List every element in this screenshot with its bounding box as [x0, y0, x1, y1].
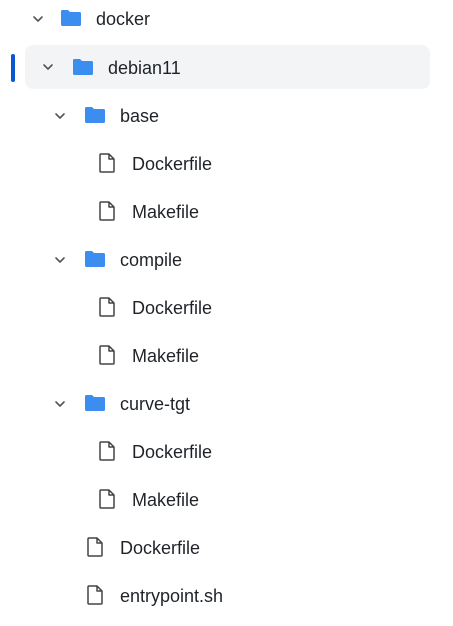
file-icon [96, 200, 118, 222]
tree-item-label: Makefile [132, 346, 200, 366]
tree-item-docker[interactable]: docker [0, 0, 453, 41]
folder-icon [72, 56, 94, 78]
tree-item-label: Dockerfile [132, 154, 213, 174]
tree-item-dockerfile[interactable]: Dockerfile [0, 286, 453, 330]
tree-item-label: debian11 [108, 58, 181, 78]
folder-icon [84, 104, 106, 126]
file-icon [96, 344, 118, 366]
tree-item-label: Dockerfile [120, 538, 201, 558]
tree-item-makefile[interactable]: Makefile [0, 478, 453, 522]
tree-item-entrypoint-sh[interactable]: entrypoint.sh [0, 574, 453, 618]
file-tree: docker debian11 base Dockerfile Makefile… [0, 0, 453, 626]
chevron-down-icon[interactable] [53, 397, 67, 411]
tree-item-dockerfile[interactable]: Dockerfile [0, 430, 453, 474]
tree-item-label: base [120, 106, 160, 126]
tree-item-makefile[interactable]: Makefile [0, 334, 453, 378]
file-icon [96, 440, 118, 462]
tree-item-label: docker [96, 9, 151, 29]
tree-item-compile[interactable]: compile [0, 238, 453, 282]
tree-item-label: Dockerfile [132, 298, 213, 318]
tree-item-makefile[interactable]: Makefile [0, 190, 453, 234]
folder-icon [60, 7, 82, 29]
tree-item-dockerfile[interactable]: Dockerfile [0, 142, 453, 186]
file-icon [96, 488, 118, 510]
file-icon [96, 152, 118, 174]
tree-item-label: Makefile [132, 490, 200, 510]
folder-icon [84, 248, 106, 270]
tree-item-label: curve-tgt [120, 394, 191, 414]
file-icon [84, 536, 106, 558]
tree-item-base[interactable]: base [0, 94, 453, 138]
tree-item-debian11[interactable]: debian11 [0, 45, 453, 89]
chevron-down-icon[interactable] [53, 109, 67, 123]
selection-indicator [11, 54, 15, 82]
chevron-down-icon[interactable] [41, 60, 55, 74]
folder-icon [84, 392, 106, 414]
tree-item-label: Makefile [132, 202, 200, 222]
chevron-down-icon[interactable] [31, 12, 45, 26]
tree-item-dockerfile[interactable]: Dockerfile [0, 526, 453, 570]
tree-item-label: Dockerfile [132, 442, 213, 462]
tree-item-label: entrypoint.sh [120, 586, 224, 606]
tree-item-curve-tgt[interactable]: curve-tgt [0, 382, 453, 426]
tree-item-label: compile [120, 250, 183, 270]
chevron-down-icon[interactable] [53, 253, 67, 267]
file-icon [84, 584, 106, 606]
file-icon [96, 296, 118, 318]
